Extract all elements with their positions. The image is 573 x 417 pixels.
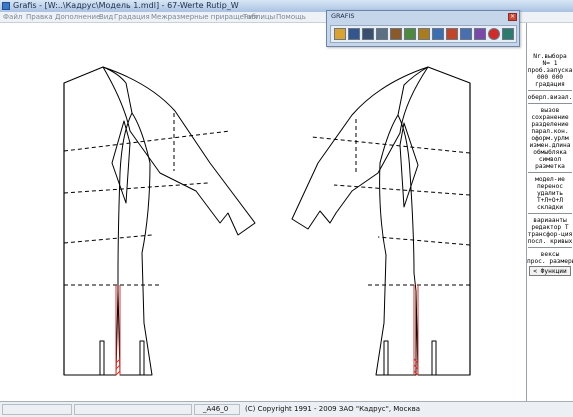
sidebar-item-variants[interactable]: вариаанты — [527, 217, 573, 224]
sidebar-item-weights[interactable]: вексы — [527, 251, 573, 258]
palette-toolbar — [330, 25, 517, 43]
menu-file[interactable]: Файл — [3, 12, 22, 22]
download-icon[interactable] — [460, 28, 472, 40]
table-icon[interactable] — [404, 28, 416, 40]
app-icon[interactable] — [2, 2, 10, 10]
sidebar-item-parallel[interactable]: парал.кон. — [527, 128, 573, 135]
sidebar-item-sizes[interactable]: прос. размеры — [527, 258, 573, 265]
function-sidebar: Nr.выбора N= 1 проб.запуска 000 000 град… — [527, 23, 573, 401]
sidebar-grading[interactable]: градация — [527, 81, 573, 88]
stop-icon[interactable] — [488, 28, 500, 40]
status-bar: _A46_0 (C) Copyright 1991 - 2009 ЗАО "Ка… — [0, 401, 573, 417]
sidebar-divider — [528, 90, 572, 91]
search-icon[interactable] — [376, 28, 388, 40]
sidebar-select-number: Nr.выбора — [533, 53, 567, 60]
right-back-piece — [397, 66, 471, 376]
menu-view[interactable]: Вид — [99, 12, 113, 22]
sidebar-item-move[interactable]: перенос — [527, 183, 573, 190]
sidebar-divider — [528, 247, 572, 248]
sidebar-item-modeling[interactable]: модел-ие — [527, 176, 573, 183]
folder-open-icon[interactable] — [334, 28, 346, 40]
drawing-canvas[interactable] — [0, 23, 527, 401]
right-front-piece — [375, 114, 417, 376]
functions-button[interactable]: < Функции — [529, 266, 571, 276]
menu-size-increments[interactable]: Межразмерные приращения — [151, 12, 257, 22]
menu-edit[interactable]: Правка — [26, 12, 53, 22]
sidebar-item-delete[interactable]: удалить — [527, 190, 573, 197]
sidebar-n-value: N= 1 — [542, 60, 558, 67]
menu-help[interactable]: Помощь — [276, 12, 306, 22]
palette-close-button[interactable]: × — [508, 13, 517, 21]
sidebar-item-format[interactable]: оформ.урлм — [527, 135, 573, 142]
sidebar-item-folds[interactable]: складки — [527, 204, 573, 211]
scissors-icon[interactable] — [446, 28, 458, 40]
status-copyright: (C) Copyright 1991 - 2009 ЗАО "Кадрус", … — [245, 405, 421, 413]
export-icon[interactable] — [474, 28, 486, 40]
grafis-palette[interactable]: GRAFIS × — [326, 10, 520, 47]
sidebar-item-length[interactable]: измен.длина — [527, 142, 573, 149]
window-title: Grafis - [W:..\Кадрус\Модель 1.mdl] - 67… — [13, 1, 239, 10]
sidebar-item-curves[interactable]: посл. кривых — [527, 238, 573, 245]
measure-icon[interactable] — [390, 28, 402, 40]
sidebar-item-call[interactable]: вызов — [527, 107, 573, 114]
sidebar-trial-run: проб.запуска — [527, 67, 573, 74]
sidebar-trial-value: 000 000 — [536, 74, 564, 81]
menu-tables[interactable]: Таблицы — [243, 12, 275, 22]
sidebar-item-marking[interactable]: разметка — [527, 163, 573, 170]
left-back-piece — [63, 66, 133, 376]
menu-addition[interactable]: Дополнение — [55, 12, 100, 22]
left-front-piece — [117, 112, 153, 376]
sidebar-item-allowance[interactable]: обмыбляка — [527, 149, 573, 156]
floppy-icon[interactable] — [362, 28, 374, 40]
sidebar-item-editor[interactable]: редактор Т — [527, 224, 573, 231]
status-field-mid — [74, 404, 192, 415]
pattern-drawing — [63, 66, 471, 376]
status-code: _A46_0 — [203, 405, 229, 413]
status-field-left — [2, 404, 72, 415]
menu-grading[interactable]: Градация — [114, 12, 150, 22]
palette-title: GRAFIS — [331, 12, 355, 20]
sidebar-visualization[interactable]: оберл.визал. — [527, 94, 573, 101]
left-sleeve — [102, 66, 256, 236]
sidebar-item-transform[interactable]: трансфор-ция — [527, 231, 573, 238]
sidebar-divider — [528, 213, 572, 214]
sidebar-divider — [528, 172, 572, 173]
sidebar-item-save[interactable]: сохранение — [527, 114, 573, 121]
monitor-icon[interactable] — [502, 28, 514, 40]
globe-icon[interactable] — [432, 28, 444, 40]
ruler-icon[interactable] — [418, 28, 430, 40]
sidebar-item-symbol[interactable]: символ — [527, 156, 573, 163]
save-icon[interactable] — [348, 28, 360, 40]
sidebar-divider — [528, 103, 572, 104]
sidebar-item-split[interactable]: разделение — [527, 121, 573, 128]
sidebar-item-tlol[interactable]: Т+Л+О+Л — [527, 197, 573, 204]
